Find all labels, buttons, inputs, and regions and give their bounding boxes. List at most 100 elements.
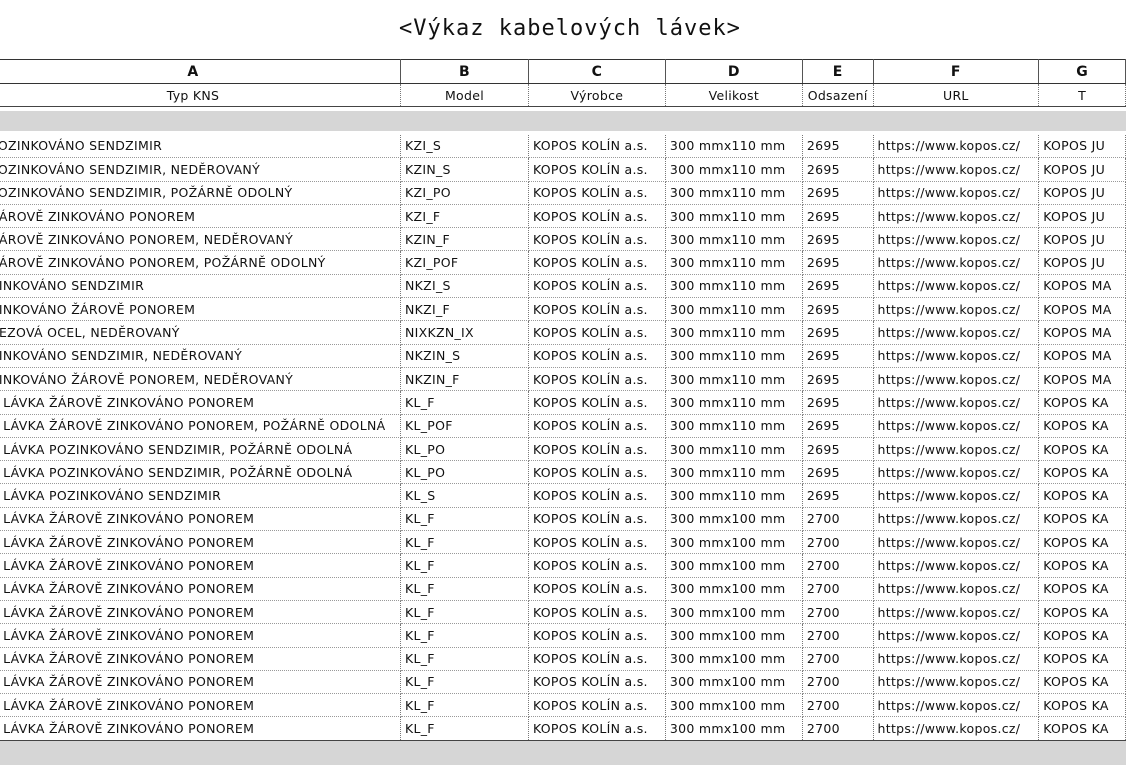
table-cell[interactable]: https://www.kopos.cz/ [873,716,1040,741]
table-cell[interactable]: 2695 [802,250,874,275]
table-row[interactable]: Á LÁVKA ŽÁROVĚ ZINKOVÁNO PONOREM KL_F KOPO… [0,530,1126,555]
table-cell[interactable]: KOPOS KOLÍN a.s. [528,297,666,322]
table-row[interactable]: ZINKOVÁNO SENDZIMIR NKZI_S KOPOS KOLÍN a.s… [0,274,1126,299]
table-cell[interactable]: https://www.kopos.cz/ [873,553,1040,578]
table-row[interactable]: Á LÁVKA ŽÁROVĚ ZINKOVÁNO PONOREM KL_F KOPO… [0,507,1126,532]
table-row[interactable]: POZINKOVÁNO SENDZIMIR KZI_S KOPOS KOLÍN a.… [0,134,1126,159]
table-cell[interactable]: KL_F [400,670,529,695]
table-cell[interactable]: NKZI_F [400,297,529,322]
table-cell[interactable]: KOPOS KA [1038,647,1126,671]
table-cell[interactable]: KL_S [400,483,529,508]
table-cell[interactable]: KZIN_F [400,227,529,252]
table-cell[interactable]: KOPOS KA [1038,507,1126,532]
table-row[interactable]: ŽÁROVĚ ZINKOVÁNO PONOREM, NEDĚROVANÝ KZIN… [0,227,1126,252]
table-row[interactable]: Á LÁVKA ŽÁROVĚ ZINKOVÁNO PONOREM KL_F KOPO… [0,553,1126,578]
table-cell[interactable]: KZI_PO [400,181,529,205]
table-row[interactable]: Á LÁVKA POZINKOVÁNO SENDZIMIR, POŽÁRNĚ O… [0,437,1126,462]
table-cell[interactable]: https://www.kopos.cz/ [873,134,1040,159]
table-cell[interactable]: Á LÁVKA ŽÁROVĚ ZINKOVÁNO PONOREM [0,693,401,718]
table-cell[interactable]: 2700 [802,507,874,532]
table-cell[interactable]: Á LÁVKA POZINKOVÁNO SENDZIMIR [0,483,401,508]
table-cell[interactable]: 300 mmx100 mm [665,507,803,532]
table-cell[interactable]: https://www.kopos.cz/ [873,623,1040,648]
table-cell[interactable]: KL_F [400,623,529,648]
table-cell[interactable]: 2695 [802,227,874,252]
column-letter[interactable]: C [528,59,666,84]
table-cell[interactable]: KL_PO [400,437,529,462]
table-cell[interactable]: KOPOS KA [1038,460,1126,485]
table-cell[interactable]: https://www.kopos.cz/ [873,507,1040,532]
table-cell[interactable]: NKZI_S [400,274,529,299]
table-row[interactable]: Á LÁVKA ŽÁROVĚ ZINKOVÁNO PONOREM KL_F KOPO… [0,600,1126,625]
table-cell[interactable]: Á LÁVKA ŽÁROVĚ ZINKOVÁNO PONOREM [0,647,401,671]
table-cell[interactable]: ZINKOVÁNO ŽÁROVĚ PONOREM, NEDĚROVANÝ [0,367,401,392]
table-cell[interactable]: KOPOS KOLÍN a.s. [528,600,666,625]
table-cell[interactable]: KL_POF [400,414,529,438]
table-cell[interactable]: 300 mmx100 mm [665,623,803,648]
table-cell[interactable]: KOPOS KOLÍN a.s. [528,530,666,555]
table-cell[interactable]: REZOVÁ OCEL, NEDĚROVANÝ [0,320,401,345]
column-letter[interactable]: E [802,59,874,84]
table-cell[interactable]: KL_F [400,553,529,578]
table-row[interactable]: Á LÁVKA ŽÁROVĚ ZINKOVÁNO PONOREM KL_F KOPO… [0,390,1126,415]
column-letter[interactable]: B [400,59,529,84]
table-cell[interactable]: KOPOS KOLÍN a.s. [528,716,666,741]
table-cell[interactable]: KL_F [400,647,529,671]
table-cell[interactable]: Á LÁVKA ŽÁROVĚ ZINKOVÁNO PONOREM [0,530,401,555]
table-cell[interactable]: KOPOS JU [1038,134,1126,159]
table-cell[interactable]: 2695 [802,483,874,508]
table-cell[interactable]: KL_F [400,716,529,741]
table-cell[interactable]: https://www.kopos.cz/ [873,204,1040,229]
table-cell[interactable]: KOPOS KA [1038,553,1126,578]
table-cell[interactable]: KOPOS MA [1038,367,1126,392]
table-cell[interactable]: KOPOS JU [1038,181,1126,205]
group-footer-bar[interactable]: 6 [0,739,1126,765]
table-cell[interactable]: 2695 [802,274,874,299]
table-cell[interactable]: https://www.kopos.cz/ [873,250,1040,275]
table-cell[interactable]: https://www.kopos.cz/ [873,320,1040,345]
table-cell[interactable]: https://www.kopos.cz/ [873,600,1040,625]
table-cell[interactable]: 2700 [802,670,874,695]
table-cell[interactable]: 2700 [802,530,874,555]
table-cell[interactable]: https://www.kopos.cz/ [873,414,1040,438]
table-cell[interactable]: KOPOS KOLÍN a.s. [528,483,666,508]
table-row[interactable]: REZOVÁ OCEL, NEDĚROVANÝ NIXKZN_IX KOPOS KO… [0,320,1126,345]
table-cell[interactable]: 300 mmx100 mm [665,670,803,695]
table-cell[interactable]: 2695 [802,181,874,205]
table-cell[interactable]: KOPOS KOLÍN a.s. [528,157,666,182]
table-cell[interactable]: 2695 [802,390,874,415]
column-letter[interactable]: G [1038,59,1126,84]
table-cell[interactable]: ŽÁROVĚ ZINKOVÁNO PONOREM, POŽÁRNĚ ODOLNÝ [0,250,401,275]
table-cell[interactable]: 300 mmx110 mm [665,367,803,392]
table-cell[interactable]: KOPOS KOLÍN a.s. [528,390,666,415]
column-header[interactable]: Model [400,83,529,107]
table-cell[interactable]: KOPOS KOLÍN a.s. [528,367,666,392]
table-cell[interactable]: NKZIN_F [400,367,529,392]
table-cell[interactable]: ZINKOVÁNO SENDZIMIR [0,274,401,299]
table-cell[interactable]: 300 mmx110 mm [665,437,803,462]
table-row[interactable]: Á LÁVKA ŽÁROVĚ ZINKOVÁNO PONOREM KL_F KOPO… [0,577,1126,601]
table-cell[interactable]: ZINKOVÁNO ŽÁROVĚ PONOREM [0,297,401,322]
table-cell[interactable]: KOPOS KA [1038,670,1126,695]
table-cell[interactable]: 2695 [802,344,874,368]
table-cell[interactable]: 300 mmx100 mm [665,693,803,718]
group-header-bar[interactable] [0,110,1126,131]
table-cell[interactable]: Á LÁVKA POZINKOVÁNO SENDZIMIR, POŽÁRNĚ O… [0,460,401,485]
table-cell[interactable]: KOPOS KOLÍN a.s. [528,274,666,299]
table-cell[interactable]: KOPOS KOLÍN a.s. [528,134,666,159]
table-cell[interactable]: KZI_F [400,204,529,229]
table-cell[interactable]: https://www.kopos.cz/ [873,670,1040,695]
table-cell[interactable]: 2695 [802,437,874,462]
table-cell[interactable]: KOPOS KOLÍN a.s. [528,181,666,205]
table-cell[interactable]: KOPOS KOLÍN a.s. [528,414,666,438]
table-cell[interactable]: 2695 [802,367,874,392]
table-cell[interactable]: Á LÁVKA ŽÁROVĚ ZINKOVÁNO PONOREM, POŽÁRN… [0,414,401,438]
table-cell[interactable]: KOPOS KOLÍN a.s. [528,320,666,345]
table-cell[interactable]: https://www.kopos.cz/ [873,647,1040,671]
table-cell[interactable]: KOPOS MA [1038,297,1126,322]
table-cell[interactable]: Á LÁVKA ŽÁROVĚ ZINKOVÁNO PONOREM [0,553,401,578]
table-cell[interactable]: https://www.kopos.cz/ [873,460,1040,485]
table-cell[interactable]: 300 mmx110 mm [665,157,803,182]
table-cell[interactable]: Á LÁVKA ŽÁROVĚ ZINKOVÁNO PONOREM [0,600,401,625]
table-cell[interactable]: KOPOS KOLÍN a.s. [528,437,666,462]
